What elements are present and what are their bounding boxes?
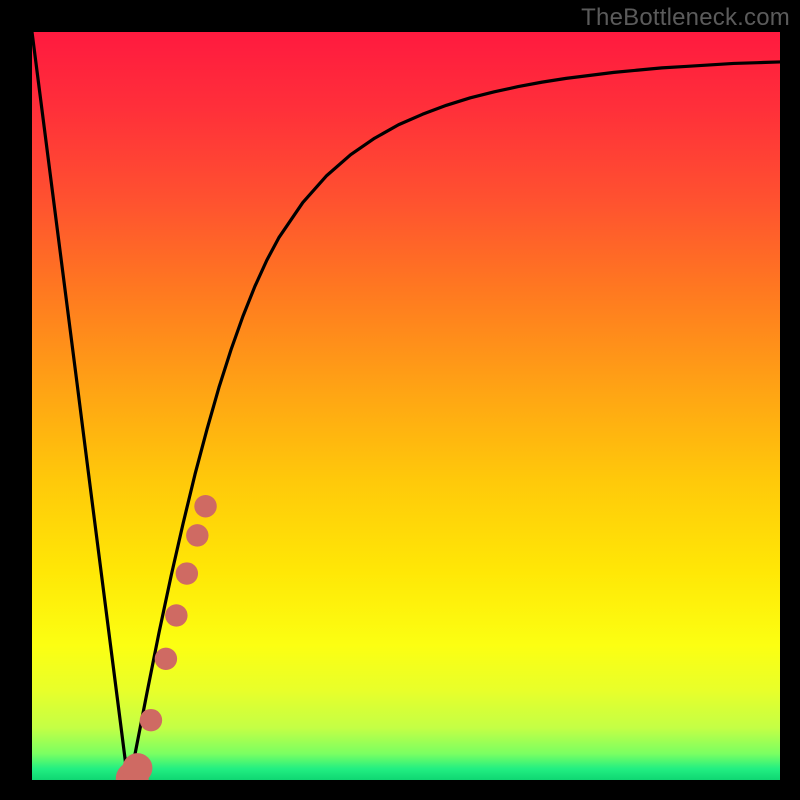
chart-container: TheBottleneck.com [0,0,800,800]
marker-point-4 [165,604,187,626]
watermark-text: TheBottleneck.com [581,4,790,32]
marker-point-7 [194,495,216,517]
marker-point-2 [140,709,162,731]
chart-svg [32,32,780,780]
marker-point-3 [155,648,177,670]
plot-area [32,32,780,780]
gradient-background [32,32,780,780]
marker-point-6 [186,524,208,546]
marker-point-5 [176,562,198,584]
